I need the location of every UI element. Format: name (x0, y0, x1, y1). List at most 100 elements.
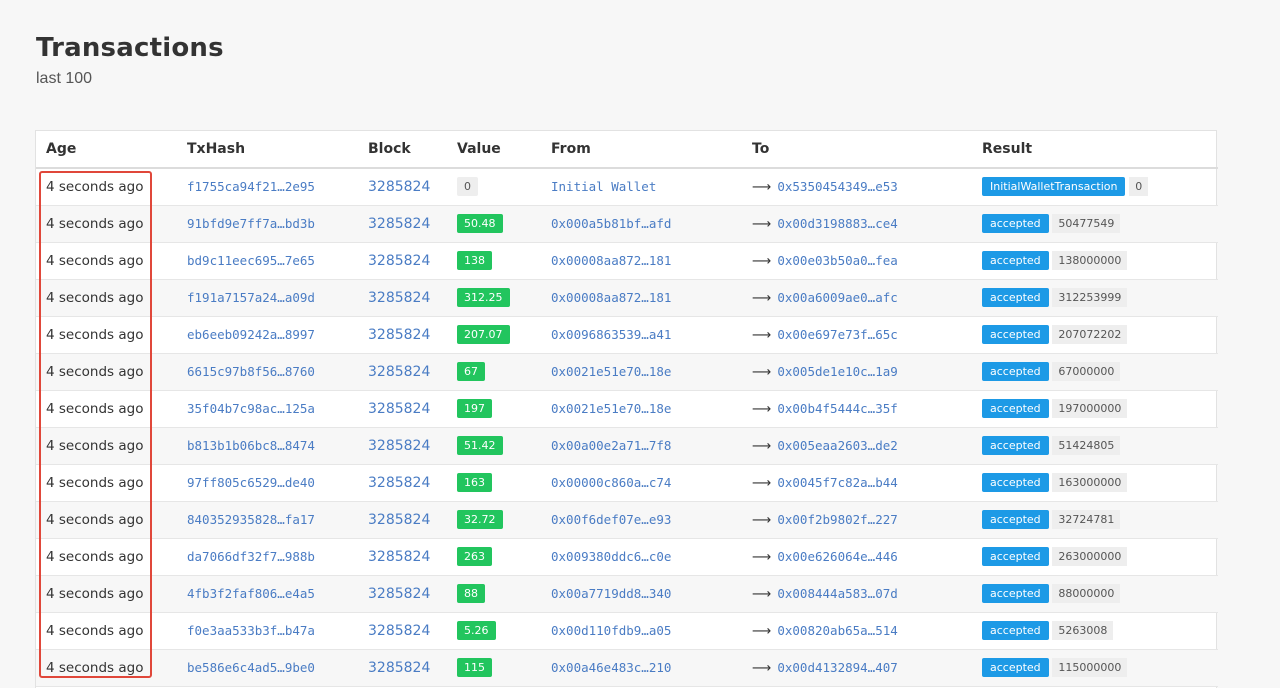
to-address-link[interactable]: 0x5350454349…e53 (777, 179, 897, 194)
table-row[interactable]: 4 seconds ago b813b1b06bc8…8474 3285824 … (36, 427, 1218, 465)
from-address-link[interactable]: 0x0096863539…a41 (551, 327, 671, 342)
block-link[interactable]: 3285824 (368, 475, 430, 491)
txhash-link[interactable]: f191a7157a24…a09d (187, 290, 315, 305)
table-row[interactable]: 4 seconds ago eb6eeb09242a…8997 3285824 … (36, 316, 1218, 354)
to-address-link[interactable]: 0x00d3198883…ce4 (777, 216, 897, 231)
to-address-link[interactable]: 0x00d4132894…407 (777, 660, 897, 675)
table-row[interactable]: 4 seconds ago f0e3aa533b3f…b47a 3285824 … (36, 612, 1218, 650)
from-address-link[interactable]: 0x0021e51e70…18e (551, 401, 671, 416)
column-header-age: Age (36, 131, 177, 169)
to-address-link[interactable]: 0x00e697e73f…65c (777, 327, 897, 342)
column-header-txhash: TxHash (177, 131, 358, 169)
result-status-badge: accepted (982, 510, 1049, 529)
value-badge: 0 (457, 177, 478, 197)
from-address-link[interactable]: Initial Wallet (551, 179, 656, 194)
block-link[interactable]: 3285824 (368, 660, 430, 676)
value-badge: 5.26 (457, 621, 496, 640)
page-subtitle: last 100 (36, 70, 93, 87)
txhash-link[interactable]: be586e6c4ad5…9be0 (187, 660, 315, 675)
block-link[interactable]: 3285824 (368, 549, 430, 565)
result-value: 312253999 (1052, 288, 1128, 307)
txhash-link[interactable]: b813b1b06bc8…8474 (187, 438, 315, 453)
from-address-link[interactable]: 0x000a5b81bf…afd (551, 216, 671, 231)
from-address-link[interactable]: 0x00a00e2a71…7f8 (551, 438, 671, 453)
txhash-link[interactable]: 6615c97b8f56…8760 (187, 364, 315, 379)
from-address-link[interactable]: 0x00000c860a…c74 (551, 475, 671, 490)
table-row[interactable]: 4 seconds ago 97ff805c6529…de40 3285824 … (36, 464, 1218, 502)
block-link[interactable]: 3285824 (368, 179, 430, 195)
to-address-link[interactable]: 0x005eaa2603…de2 (777, 438, 897, 453)
block-link[interactable]: 3285824 (368, 401, 430, 417)
age-cell: 4 seconds ago (46, 400, 144, 417)
table-row[interactable]: 4 seconds ago 91bfd9e7ff7a…bd3b 3285824 … (36, 205, 1218, 243)
from-address-link[interactable]: 0x00f6def07e…e93 (551, 512, 671, 527)
block-link[interactable]: 3285824 (368, 290, 430, 306)
result-value: 163000000 (1052, 473, 1128, 492)
txhash-link[interactable]: f1755ca94f21…2e95 (187, 179, 315, 194)
txhash-link[interactable]: 97ff805c6529…de40 (187, 475, 315, 490)
value-badge: 197 (457, 399, 492, 418)
result-value: 0 (1129, 177, 1149, 197)
block-link[interactable]: 3285824 (368, 623, 430, 639)
arrow-right-icon: ⟶ (752, 474, 772, 491)
block-link[interactable]: 3285824 (368, 438, 430, 454)
txhash-link[interactable]: 840352935828…fa17 (187, 512, 315, 527)
result-value: 50477549 (1052, 214, 1121, 233)
block-link[interactable]: 3285824 (368, 216, 430, 232)
to-address-link[interactable]: 0x00b4f5444c…35f (777, 401, 897, 416)
block-link[interactable]: 3285824 (368, 512, 430, 528)
value-badge: 67 (457, 362, 485, 381)
column-header-value: Value (447, 131, 541, 169)
block-link[interactable]: 3285824 (368, 364, 430, 380)
to-address-link[interactable]: 0x005de1e10c…1a9 (777, 364, 897, 379)
value-badge: 138 (457, 251, 492, 270)
to-address-link[interactable]: 0x00e626064e…446 (777, 549, 897, 564)
txhash-link[interactable]: f0e3aa533b3f…b47a (187, 623, 315, 638)
to-address-link[interactable]: 0x008444a583…07d (777, 586, 897, 601)
block-link[interactable]: 3285824 (368, 586, 430, 602)
from-address-link[interactable]: 0x00d110fdb9…a05 (551, 623, 671, 638)
from-address-link[interactable]: 0x00a46e483c…210 (551, 660, 671, 675)
arrow-right-icon: ⟶ (752, 548, 772, 565)
block-link[interactable]: 3285824 (368, 327, 430, 343)
to-address-link[interactable]: 0x00820ab65a…514 (777, 623, 897, 638)
age-cell: 4 seconds ago (46, 511, 144, 528)
column-header-block: Block (358, 131, 447, 169)
table-row[interactable]: 4 seconds ago be586e6c4ad5…9be0 3285824 … (36, 649, 1218, 687)
to-address-link[interactable]: 0x00a6009ae0…afc (777, 290, 897, 305)
table-row[interactable]: 4 seconds ago da7066df32f7…988b 3285824 … (36, 538, 1218, 576)
table-row[interactable]: 4 seconds ago bd9c11eec695…7e65 3285824 … (36, 242, 1218, 280)
arrow-right-icon: ⟶ (752, 215, 772, 232)
txhash-link[interactable]: 91bfd9e7ff7a…bd3b (187, 216, 315, 231)
table-row[interactable]: 4 seconds ago 840352935828…fa17 3285824 … (36, 501, 1218, 539)
table-row[interactable]: 4 seconds ago 35f04b7c98ac…125a 3285824 … (36, 390, 1218, 428)
table-row[interactable]: 4 seconds ago f191a7157a24…a09d 3285824 … (36, 279, 1218, 317)
txhash-link[interactable]: 35f04b7c98ac…125a (187, 401, 315, 416)
from-address-link[interactable]: 0x00a7719dd8…340 (551, 586, 671, 601)
txhash-link[interactable]: bd9c11eec695…7e65 (187, 253, 315, 268)
page-title: Transactions (36, 33, 224, 63)
from-address-link[interactable]: 0x0021e51e70…18e (551, 364, 671, 379)
result-status-badge: accepted (982, 251, 1049, 270)
from-address-link[interactable]: 0x00008aa872…181 (551, 290, 671, 305)
result-status-badge: accepted (982, 288, 1049, 307)
txhash-link[interactable]: da7066df32f7…988b (187, 549, 315, 564)
result-value: 207072202 (1052, 325, 1128, 344)
block-link[interactable]: 3285824 (368, 253, 430, 269)
from-address-link[interactable]: 0x00008aa872…181 (551, 253, 671, 268)
table-row[interactable]: 4 seconds ago 4fb3f2faf806…e4a5 3285824 … (36, 575, 1218, 613)
txhash-link[interactable]: eb6eeb09242a…8997 (187, 327, 315, 342)
to-address-link[interactable]: 0x00e03b50a0…fea (777, 253, 897, 268)
to-address-link[interactable]: 0x0045f7c82a…b44 (777, 475, 897, 490)
result-value: 263000000 (1052, 547, 1128, 566)
age-cell: 4 seconds ago (46, 289, 144, 306)
result-value: 67000000 (1052, 362, 1121, 381)
age-cell: 4 seconds ago (46, 474, 144, 491)
result-value: 5263008 (1052, 621, 1114, 640)
table-row[interactable]: 4 seconds ago f1755ca94f21…2e95 3285824 … (36, 168, 1218, 206)
result-status-badge: accepted (982, 362, 1049, 381)
to-address-link[interactable]: 0x00f2b9802f…227 (777, 512, 897, 527)
txhash-link[interactable]: 4fb3f2faf806…e4a5 (187, 586, 315, 601)
from-address-link[interactable]: 0x009380ddc6…c0e (551, 549, 671, 564)
table-row[interactable]: 4 seconds ago 6615c97b8f56…8760 3285824 … (36, 353, 1218, 391)
